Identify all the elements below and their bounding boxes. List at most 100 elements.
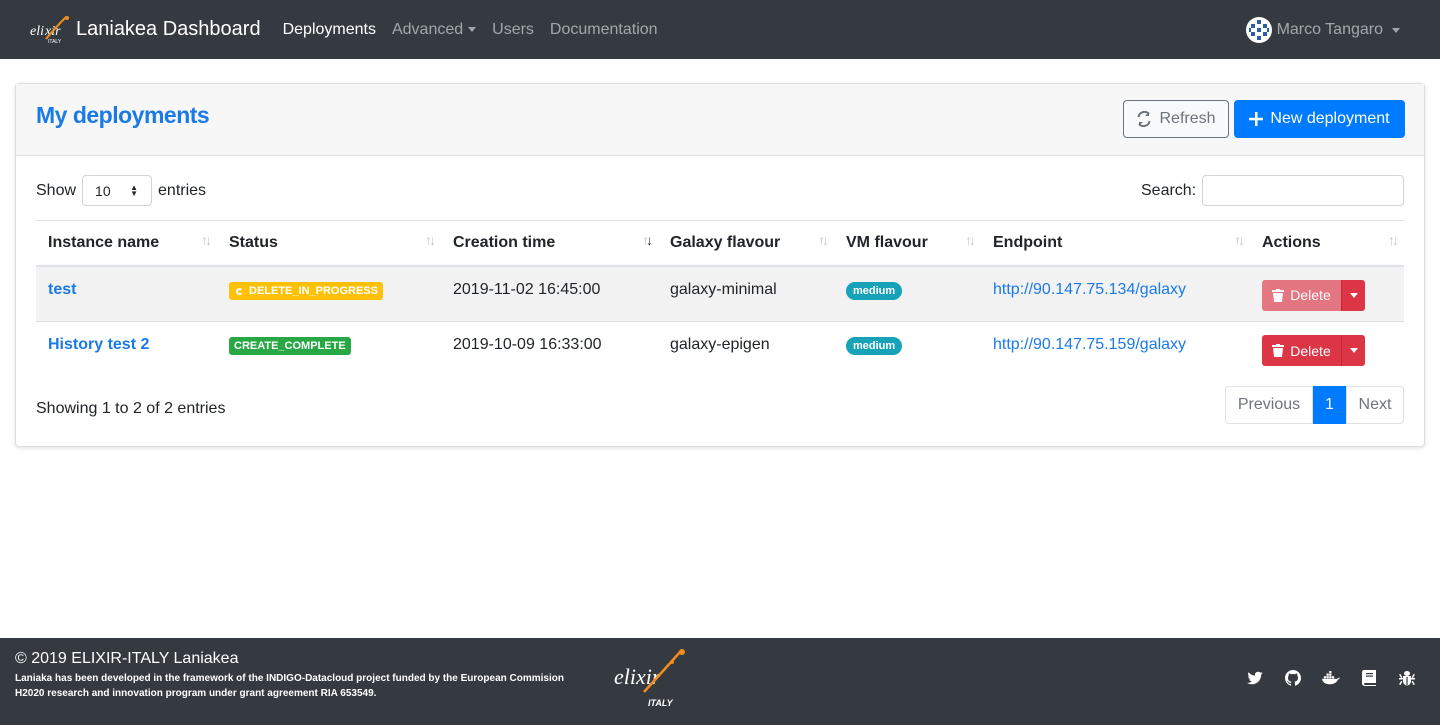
avatar bbox=[1245, 17, 1272, 43]
sort-desc-icon: ↑↓ bbox=[642, 232, 653, 248]
col-endpoint[interactable]: Endpoint ↑↓ bbox=[981, 220, 1250, 267]
instance-link[interactable]: test bbox=[48, 281, 76, 298]
show-label: Show bbox=[36, 181, 77, 199]
search-label: Search: bbox=[1141, 181, 1197, 199]
table-header-row: Instance name ↑↓ Status ↑↓ Creation time ↑↓… bbox=[36, 220, 1404, 267]
sort-icon: ↑↓ bbox=[965, 232, 976, 248]
new-deployment-button[interactable]: New deployment bbox=[1234, 100, 1405, 138]
nav-deployments-label: Deployments bbox=[282, 20, 376, 38]
table-row: History test 2 CREATE_COMPLETE 2019-10-0… bbox=[36, 321, 1404, 378]
vm-flavour-badge: medium bbox=[846, 281, 903, 300]
col-status[interactable]: Status ↑↓ bbox=[217, 220, 441, 267]
endpoint-link[interactable]: http://90.147.75.159/galaxy bbox=[993, 336, 1186, 353]
nav-documentation[interactable]: Documentation bbox=[550, 21, 658, 39]
delete-dropdown-toggle[interactable] bbox=[1341, 335, 1365, 366]
footer: © 2019 ELIXIR-ITALY Laniakea Laniaka has… bbox=[0, 638, 1440, 725]
github-icon[interactable] bbox=[1284, 669, 1302, 687]
nav-advanced-label: Advanced bbox=[391, 20, 464, 38]
sort-icon: ↑↓ bbox=[818, 232, 829, 248]
delete-button-group: Delete bbox=[1262, 335, 1365, 366]
col-actions[interactable]: Actions ↑↓ bbox=[1250, 220, 1404, 267]
search-input[interactable] bbox=[1202, 175, 1405, 206]
chevron-down-icon bbox=[1349, 348, 1358, 353]
page-1-button[interactable]: 1 bbox=[1313, 386, 1346, 424]
brand-title: Laniakea Dashboard bbox=[76, 18, 261, 40]
previous-page-button[interactable]: Previous bbox=[1225, 386, 1313, 424]
search-control: Search: bbox=[1141, 175, 1405, 206]
nav-documentation-label: Documentation bbox=[549, 20, 658, 38]
galaxy-flavour: galaxy-epigen bbox=[658, 321, 834, 378]
card-header: My deployments Refresh New deployment bbox=[16, 84, 1424, 156]
new-deployment-label: New deployment bbox=[1270, 110, 1390, 127]
delete-button[interactable]: Delete bbox=[1262, 279, 1341, 311]
length-control: Show 10 ▲ ▼ entries bbox=[36, 175, 206, 206]
spinner-icon bbox=[236, 287, 243, 295]
footer-title: © 2019 ELIXIR-ITALY Laniakea bbox=[15, 650, 239, 667]
col-instance-name[interactable]: Instance name ↑↓ bbox=[36, 220, 217, 267]
book-icon[interactable] bbox=[1360, 669, 1378, 687]
col-label: Endpoint bbox=[993, 233, 1063, 251]
brand[interactable]: eli xir ITALY Laniakea Dashboard bbox=[28, 13, 283, 47]
top-navbar: eli xir ITALY Laniakea Dashboard Deploym… bbox=[0, 0, 1440, 59]
col-label: Instance name bbox=[48, 233, 160, 251]
col-label: VM flavour bbox=[846, 233, 928, 251]
footer-line-1: Laniaka has been developed in the framew… bbox=[15, 673, 564, 684]
nav-users[interactable]: Users bbox=[492, 21, 534, 39]
delete-button[interactable]: Delete bbox=[1262, 335, 1341, 366]
docker-icon[interactable] bbox=[1322, 669, 1340, 687]
sort-icon: ↑↓ bbox=[201, 232, 212, 248]
nav-advanced[interactable]: Advanced bbox=[391, 20, 477, 39]
instance-link[interactable]: History test 2 bbox=[48, 336, 149, 353]
user-name: Marco Tangaro bbox=[1276, 21, 1383, 38]
plus-icon bbox=[1249, 112, 1264, 126]
col-vm-flavour[interactable]: VM flavour ↑↓ bbox=[834, 220, 981, 267]
entries-value: 10 bbox=[95, 182, 111, 199]
col-label: Status bbox=[229, 233, 278, 251]
sort-icon: ↑↓ bbox=[1388, 232, 1399, 248]
endpoint-link[interactable]: http://90.147.75.134/galaxy bbox=[993, 281, 1186, 298]
delete-label: Delete bbox=[1290, 342, 1331, 359]
entries-select[interactable]: 10 ▲ ▼ bbox=[82, 175, 153, 206]
refresh-icon bbox=[1136, 111, 1152, 127]
svg-text:elixir: elixir bbox=[614, 664, 661, 689]
chevron-down-icon bbox=[1349, 292, 1358, 298]
refresh-label: Refresh bbox=[1159, 110, 1216, 127]
entries-label: entries bbox=[158, 181, 207, 199]
col-label: Galaxy flavour bbox=[670, 233, 781, 251]
footer-text: Laniaka has been developed in the framew… bbox=[15, 671, 595, 701]
col-label: Creation time bbox=[453, 233, 556, 251]
svg-text:eli: eli bbox=[30, 24, 44, 39]
select-arrows-icon: ▲ ▼ bbox=[130, 183, 139, 198]
status-badge: CREATE_COMPLETE bbox=[229, 337, 351, 355]
page-title: My deployments bbox=[36, 102, 210, 128]
nav-users-label: Users bbox=[492, 20, 534, 38]
nav-deployments[interactable]: Deployments bbox=[283, 21, 376, 39]
col-creation-time[interactable]: Creation time ↑↓ bbox=[441, 220, 658, 267]
deployments-table: Instance name ↑↓ Status ↑↓ Creation time ↑↓… bbox=[36, 220, 1404, 378]
delete-dropdown-toggle[interactable] bbox=[1341, 279, 1365, 311]
status-text: DELETE_IN_PROGRESS bbox=[249, 284, 378, 297]
delete-label: Delete bbox=[1290, 287, 1331, 303]
user-menu[interactable]: Marco Tangaro bbox=[1245, 17, 1400, 43]
deployments-card: My deployments Refresh New deployment Sh… bbox=[15, 83, 1425, 447]
vm-flavour-badge: medium bbox=[846, 337, 903, 355]
elixir-logo-icon: eli xir ITALY bbox=[28, 13, 72, 47]
table-info: Showing 1 to 2 of 2 entries bbox=[36, 400, 226, 417]
refresh-button[interactable]: Refresh bbox=[1123, 100, 1229, 138]
next-page-button[interactable]: Next bbox=[1346, 386, 1404, 424]
delete-button-group: Delete bbox=[1262, 279, 1365, 311]
footer-line-2: H2020 research and innovation program un… bbox=[15, 688, 377, 699]
chevron-down-icon bbox=[468, 27, 477, 32]
svg-text:ITALY: ITALY bbox=[648, 698, 674, 708]
svg-text:ITALY: ITALY bbox=[48, 39, 62, 45]
sort-icon: ↑↓ bbox=[1234, 232, 1245, 248]
chevron-down-icon bbox=[1392, 27, 1400, 33]
col-label: Actions bbox=[1262, 233, 1321, 251]
col-galaxy-flavour[interactable]: Galaxy flavour ↑↓ bbox=[658, 220, 834, 267]
galaxy-flavour: galaxy-minimal bbox=[658, 265, 834, 322]
status-badge: DELETE_IN_PROGRESS bbox=[229, 281, 383, 300]
twitter-icon[interactable] bbox=[1246, 669, 1264, 687]
trash-icon bbox=[1272, 288, 1285, 302]
bug-icon[interactable] bbox=[1398, 669, 1416, 687]
trash-icon bbox=[1272, 344, 1285, 357]
